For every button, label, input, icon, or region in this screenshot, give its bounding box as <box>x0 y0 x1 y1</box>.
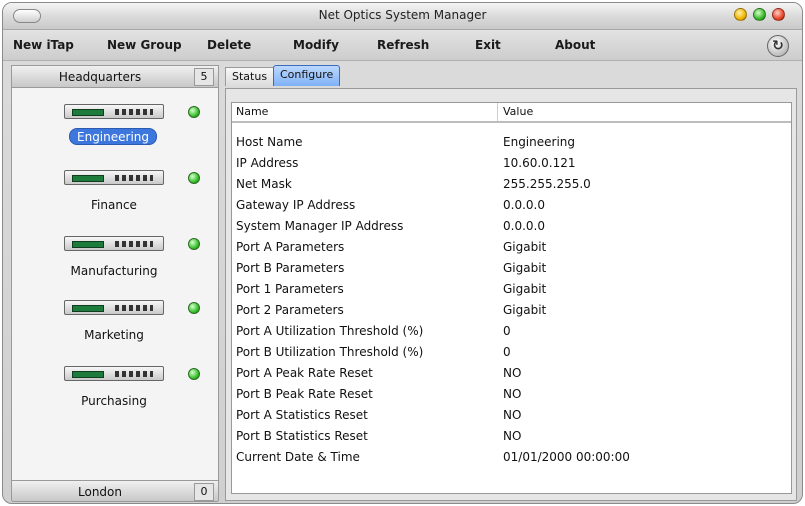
close-button[interactable] <box>772 8 785 21</box>
group-header-london[interactable]: London 0 <box>12 480 218 502</box>
group-count-badge: 0 <box>194 483 214 501</box>
device-item-finance[interactable]: Finance <box>12 166 220 226</box>
itap-device-icon <box>64 300 164 315</box>
device-sidebar: Headquarters 5 Engineering Finance Manuf… <box>11 65 220 502</box>
menu-bar: New iTap New Group Delete Modify Refresh… <box>3 30 802 61</box>
device-label: Manufacturing <box>70 264 158 278</box>
sync-icon[interactable]: ↻ <box>767 35 789 57</box>
device-item-marketing[interactable]: Marketing <box>12 296 220 356</box>
row-name-cell: Port B Parameters <box>236 261 345 275</box>
row-name-cell: Port A Peak Rate Reset <box>236 366 373 380</box>
title-bar: Net Optics System Manager <box>3 3 802 30</box>
status-led-icon <box>188 368 200 380</box>
device-item-manufacturing[interactable]: Manufacturing <box>12 232 220 292</box>
row-name-cell: IP Address <box>236 156 299 170</box>
table-row[interactable]: Port B Statistics Reset NO <box>232 425 791 446</box>
tab-status[interactable]: Status <box>225 67 275 86</box>
row-name-cell: Port 2 Parameters <box>236 303 344 317</box>
table-row[interactable]: Port B Utilization Threshold (%) 0 <box>232 341 791 362</box>
group-name: London <box>78 485 122 499</box>
row-value-cell: 0.0.0.0 <box>503 219 545 233</box>
device-label: Finance <box>91 198 137 212</box>
table-row[interactable]: Gateway IP Address 0.0.0.0 <box>232 194 791 215</box>
menu-delete[interactable]: Delete <box>207 38 251 52</box>
configure-panel: Name Value Host Name Engineering IP Addres… <box>225 88 797 501</box>
minimize-button[interactable] <box>734 8 747 21</box>
column-header-value[interactable]: Value <box>503 105 533 118</box>
row-value-cell: Gigabit <box>503 303 547 317</box>
row-name-cell: Port A Statistics Reset <box>236 408 368 422</box>
table-row[interactable]: Net Mask 255.255.255.0 <box>232 173 791 194</box>
device-label: Engineering <box>69 128 157 145</box>
group-name: Headquarters <box>58 70 142 84</box>
menu-new-group[interactable]: New Group <box>107 38 182 52</box>
row-name-cell: Port A Parameters <box>236 240 345 254</box>
table-row[interactable]: Port A Statistics Reset NO <box>232 404 791 425</box>
menu-new-itap[interactable]: New iTap <box>13 38 74 52</box>
status-led-icon <box>188 106 200 118</box>
table-header: Name Value <box>232 103 791 123</box>
group-count-badge: 5 <box>194 68 214 86</box>
zoom-button[interactable] <box>753 8 766 21</box>
row-name-cell: Gateway IP Address <box>236 198 356 212</box>
row-value-cell: Gigabit <box>503 240 547 254</box>
row-value-cell: NO <box>503 408 522 422</box>
group-header-headquarters[interactable]: Headquarters 5 <box>12 66 218 88</box>
row-value-cell: Gigabit <box>503 261 547 275</box>
row-value-cell: 01/01/2000 00:00:00 <box>503 450 630 464</box>
table-row[interactable]: Host Name Engineering <box>232 131 791 152</box>
row-value-cell: Engineering <box>503 135 575 149</box>
table-row[interactable]: Port A Utilization Threshold (%) 0 <box>232 320 791 341</box>
row-name-cell: Port A Utilization Threshold (%) <box>236 324 424 338</box>
table-row[interactable]: Port B Peak Rate Reset NO <box>232 383 791 404</box>
table-row[interactable]: Port B Parameters Gigabit <box>232 257 791 278</box>
row-name-cell: Net Mask <box>236 177 292 191</box>
row-name-cell: Port 1 Parameters <box>236 282 344 296</box>
device-label: Marketing <box>84 328 144 342</box>
menu-about[interactable]: About <box>555 38 595 52</box>
row-name-cell: Port B Utilization Threshold (%) <box>236 345 424 359</box>
row-value-cell: 0 <box>503 345 511 359</box>
table-row[interactable]: Port A Peak Rate Reset NO <box>232 362 791 383</box>
table-row[interactable]: System Manager IP Address 0.0.0.0 <box>232 215 791 236</box>
row-name-cell: Port B Statistics Reset <box>236 429 368 443</box>
tab-configure[interactable]: Configure <box>273 65 341 86</box>
row-name-cell: Current Date & Time <box>236 450 360 464</box>
device-label: Purchasing <box>81 394 147 408</box>
table-row[interactable]: IP Address 10.60.0.121 <box>232 152 791 173</box>
row-value-cell: 255.255.255.0 <box>503 177 591 191</box>
row-value-cell: 0 <box>503 324 511 338</box>
row-value-cell: 10.60.0.121 <box>503 156 576 170</box>
table-row[interactable]: Current Date & Time 01/01/2000 00:00:00 <box>232 446 791 467</box>
row-name-cell: Port B Peak Rate Reset <box>236 387 373 401</box>
device-item-engineering[interactable]: Engineering <box>12 100 220 160</box>
row-value-cell: Gigabit <box>503 282 547 296</box>
menu-modify[interactable]: Modify <box>293 38 339 52</box>
row-value-cell: NO <box>503 366 522 380</box>
status-led-icon <box>188 302 200 314</box>
row-value-cell: 0.0.0.0 <box>503 198 545 212</box>
config-table: Name Value Host Name Engineering IP Addres… <box>231 102 792 494</box>
itap-device-icon <box>64 236 164 251</box>
row-name-cell: Host Name <box>236 135 303 149</box>
app-window: Net Optics System Manager New iTap New G… <box>2 2 803 504</box>
row-name-cell: System Manager IP Address <box>236 219 404 233</box>
window-title: Net Optics System Manager <box>318 8 487 22</box>
itap-device-icon <box>64 366 164 381</box>
menu-refresh[interactable]: Refresh <box>377 38 429 52</box>
itap-device-icon <box>64 170 164 185</box>
table-row[interactable]: Port 2 Parameters Gigabit <box>232 299 791 320</box>
row-value-cell: NO <box>503 429 522 443</box>
table-row[interactable]: Port A Parameters Gigabit <box>232 236 791 257</box>
column-header-name[interactable]: Name <box>236 105 268 118</box>
status-led-icon <box>188 238 200 250</box>
status-led-icon <box>188 172 200 184</box>
row-value-cell: NO <box>503 387 522 401</box>
menu-exit[interactable]: Exit <box>475 38 501 52</box>
table-row[interactable]: Port 1 Parameters Gigabit <box>232 278 791 299</box>
device-item-purchasing[interactable]: Purchasing <box>12 362 220 422</box>
itap-device-icon <box>64 104 164 119</box>
